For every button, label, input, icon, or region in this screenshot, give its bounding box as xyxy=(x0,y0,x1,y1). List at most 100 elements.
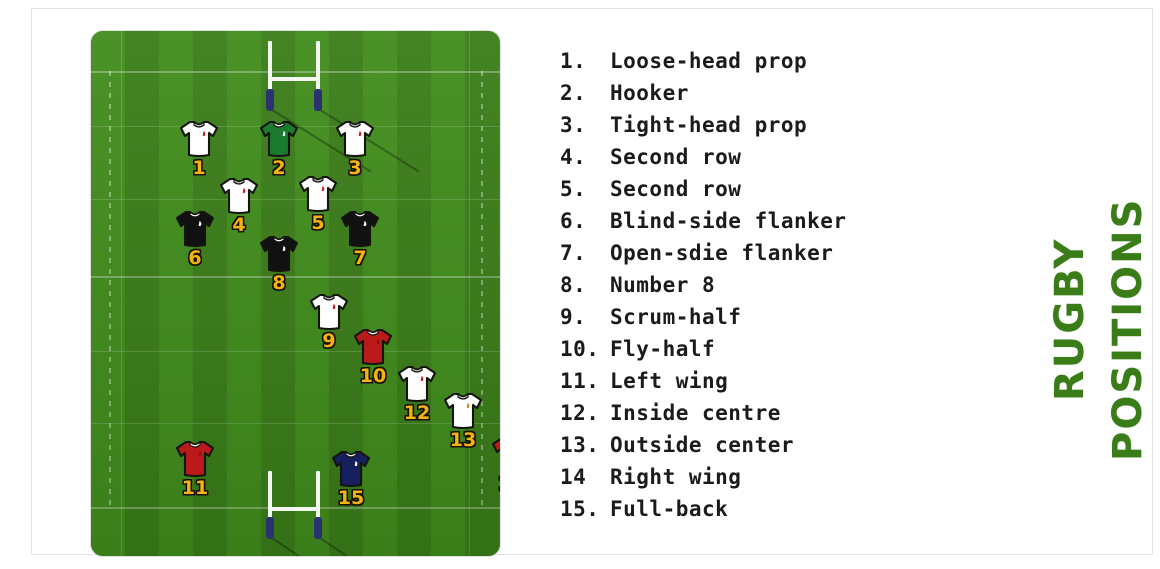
jersey-icon xyxy=(336,209,384,249)
position-row: 11. Left wing xyxy=(560,369,960,401)
position-row: 8. Number 8 xyxy=(560,273,960,305)
position-number: 3. xyxy=(560,113,587,137)
goalpost-top-crossbar xyxy=(268,77,320,81)
position-label: Full-back xyxy=(610,497,729,521)
player-marker: 6 xyxy=(171,209,219,269)
position-label: Inside centre xyxy=(610,401,781,425)
position-label: Right wing xyxy=(610,465,742,489)
position-number: 15. xyxy=(560,497,600,521)
player-number: 10 xyxy=(359,365,387,387)
position-number: 2. xyxy=(560,81,587,105)
player-number: 5 xyxy=(311,212,325,234)
content-card: 123456789101112131415 1.Loose-head prop2… xyxy=(31,8,1153,556)
jersey-icon xyxy=(327,449,375,489)
position-row: 2. Hooker xyxy=(560,81,960,113)
player-number: 14 xyxy=(487,473,500,495)
jersey-icon xyxy=(175,119,223,159)
position-number: 9. xyxy=(560,305,587,329)
goalpost-bottom-pad-right xyxy=(314,517,322,539)
position-row: 15. Full-back xyxy=(560,497,960,529)
position-row: 6. Blind-side flanker xyxy=(560,209,960,241)
title-rugby: RUGBY xyxy=(1047,237,1093,401)
position-label: Hooker xyxy=(610,81,689,105)
rugby-pitch: 123456789101112131415 xyxy=(91,31,500,556)
goalpost-top-pad-left xyxy=(266,89,274,111)
position-label: Number 8 xyxy=(610,273,716,297)
position-row: 3. Tight-head prop xyxy=(560,113,960,145)
player-marker: 9 xyxy=(305,292,353,352)
player-number: 9 xyxy=(322,330,336,352)
position-label: Fly-half xyxy=(610,337,716,361)
player-marker: 11 xyxy=(171,439,219,499)
position-label: Outside center xyxy=(610,433,795,457)
positions-list: 1. Loose-head prop 2. Hooker 3. Tight-head pr… xyxy=(560,49,960,529)
position-row: 9. Scrum-half xyxy=(560,305,960,337)
jersey-icon xyxy=(171,209,219,249)
goalpost-bottom xyxy=(91,471,500,556)
position-number: 10. xyxy=(560,337,600,361)
player-number: 6 xyxy=(188,247,202,269)
player-number: 12 xyxy=(403,402,431,424)
player-marker: 5 xyxy=(294,174,342,234)
jersey-icon xyxy=(439,391,487,431)
player-marker: 14 xyxy=(487,435,500,495)
player-marker: 8 xyxy=(255,234,303,294)
position-label: Scrum-half xyxy=(610,305,742,329)
jersey-icon xyxy=(255,119,303,159)
position-label: Open-sdie flanker xyxy=(610,241,834,265)
position-row: 14 Right wing xyxy=(560,465,960,497)
player-marker: 10 xyxy=(349,327,397,387)
position-number: 1. xyxy=(560,49,587,73)
position-label: Tight-head prop xyxy=(610,113,808,137)
player-marker: 2 xyxy=(255,119,303,179)
position-row: 4. Second row xyxy=(560,145,960,177)
player-marker: 1 xyxy=(175,119,223,179)
player-number: 4 xyxy=(232,214,246,236)
jersey-icon xyxy=(331,119,379,159)
position-number: 5. xyxy=(560,177,587,201)
player-number: 11 xyxy=(181,477,209,499)
jersey-icon xyxy=(171,439,219,479)
player-number: 15 xyxy=(337,487,365,509)
goalpost-top-pad-right xyxy=(314,89,322,111)
position-number: 7. xyxy=(560,241,587,265)
position-number: 13. xyxy=(560,433,600,457)
position-row: 13. Outside center xyxy=(560,433,960,465)
jersey-icon xyxy=(393,364,441,404)
player-marker: 15 xyxy=(327,449,375,509)
position-label: Second row xyxy=(610,145,742,169)
position-number: 6. xyxy=(560,209,587,233)
position-number: 14 xyxy=(560,465,587,489)
position-row: 1. Loose-head prop xyxy=(560,49,960,81)
position-label: Loose-head prop xyxy=(610,49,808,73)
goalpost-bottom-pad-left xyxy=(266,517,274,539)
player-number: 8 xyxy=(272,272,286,294)
position-row: 5. Second row xyxy=(560,177,960,209)
player-marker: 13 xyxy=(439,391,487,451)
player-marker: 4 xyxy=(215,176,263,236)
player-number: 13 xyxy=(449,429,477,451)
position-row: 7. Open-sdie flanker xyxy=(560,241,960,273)
position-label: Blind-side flanker xyxy=(610,209,847,233)
player-number: 7 xyxy=(353,247,367,269)
position-label: Second row xyxy=(610,177,742,201)
jersey-icon xyxy=(305,292,353,332)
player-marker: 12 xyxy=(393,364,441,424)
player-marker: 3 xyxy=(331,119,379,179)
jersey-icon xyxy=(255,234,303,274)
jersey-icon xyxy=(294,174,342,214)
jersey-icon xyxy=(349,327,397,367)
rugby-positions-diagram: 123456789101112131415 1.Loose-head prop2… xyxy=(0,0,1160,569)
goalpost-bottom-crossbar xyxy=(268,507,320,511)
goalpost-bottom-shadow-right xyxy=(316,535,409,556)
position-number: 12. xyxy=(560,401,600,425)
player-marker: 7 xyxy=(336,209,384,269)
position-label: Left wing xyxy=(610,369,729,393)
jersey-icon xyxy=(487,435,500,475)
position-row: 12. Inside centre xyxy=(560,401,960,433)
title-positions: POSITIONS xyxy=(1105,197,1151,461)
position-number: 4. xyxy=(560,145,587,169)
jersey-icon xyxy=(215,176,263,216)
position-number: 8. xyxy=(560,273,587,297)
position-number: 11. xyxy=(560,369,600,393)
